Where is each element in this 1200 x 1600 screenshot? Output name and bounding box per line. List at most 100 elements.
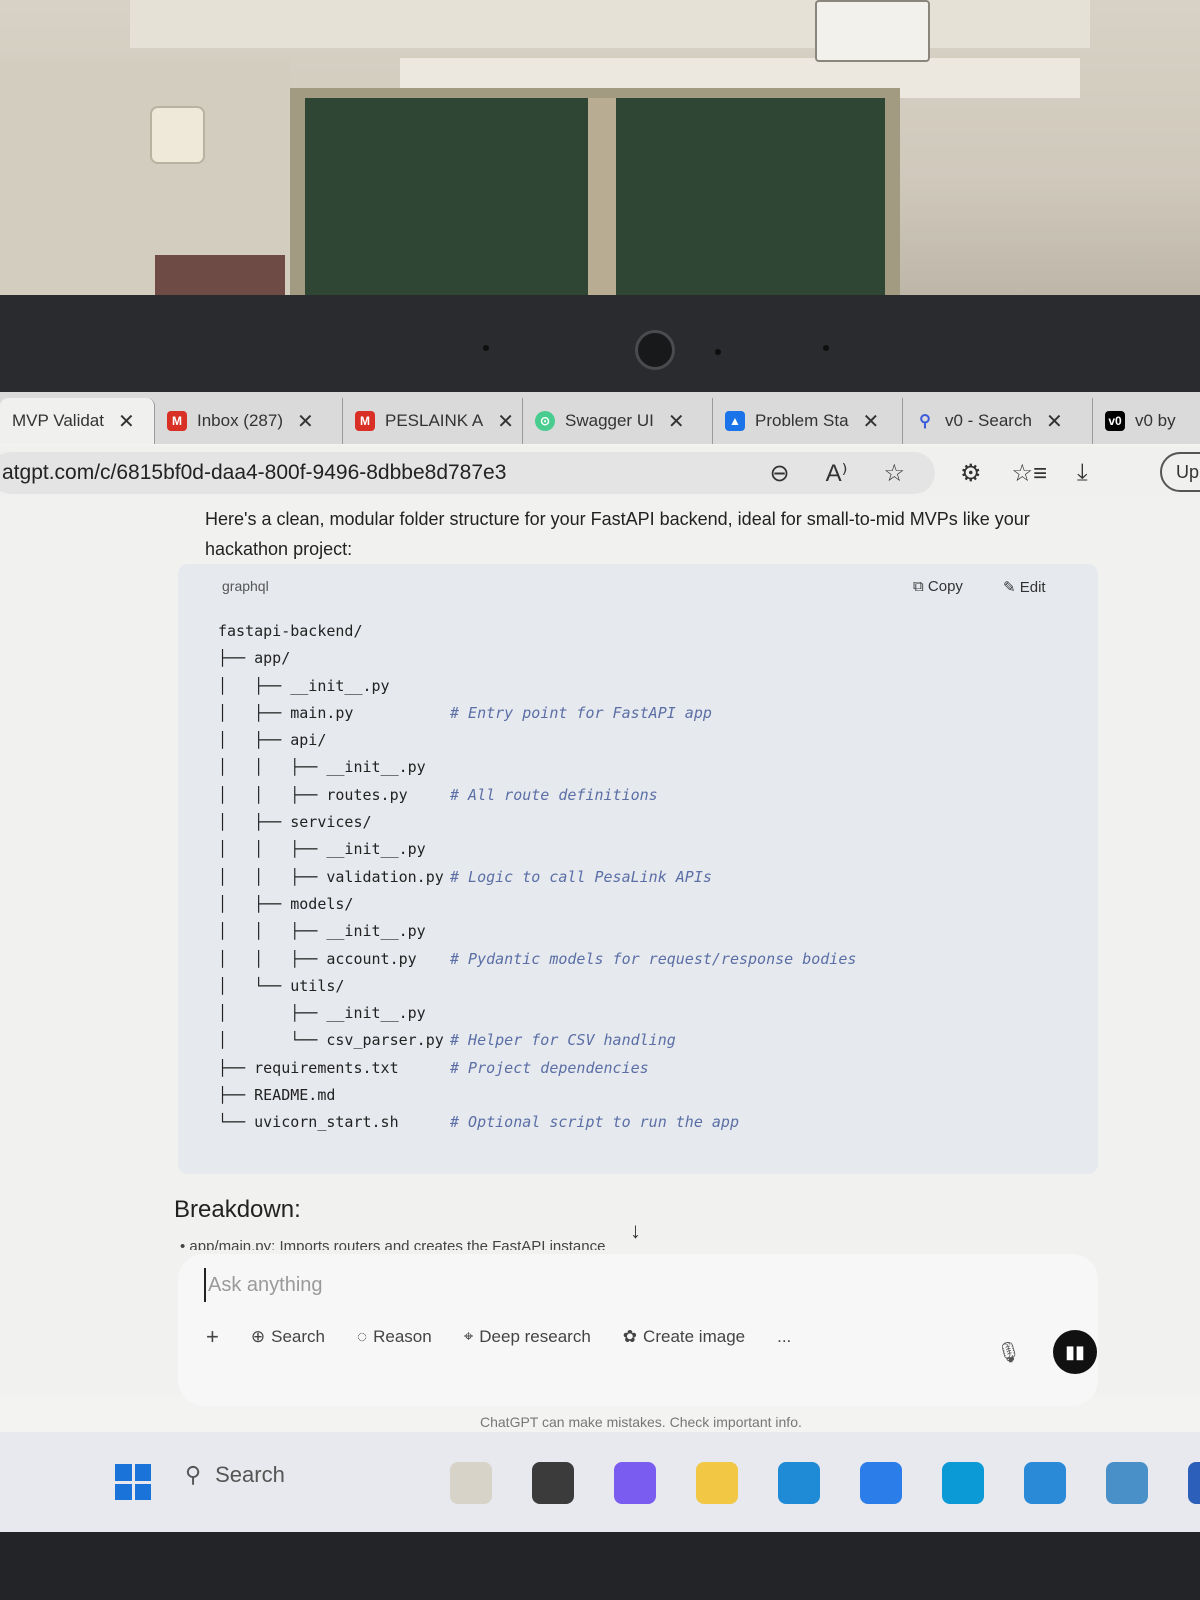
- close-icon[interactable]: ✕: [863, 409, 880, 434]
- launcher-icon[interactable]: [532, 1462, 574, 1504]
- code-line: │ └── csv_parser.py # Helper for CSV hand…: [218, 1031, 856, 1058]
- tab-v0-search[interactable]: ⚲ v0 - Search ✕: [903, 398, 1093, 444]
- edit-label: Edit: [1019, 579, 1046, 596]
- word-icon[interactable]: [1188, 1462, 1200, 1504]
- code-path: ├── requirements.txt: [218, 1058, 399, 1077]
- edge-icon[interactable]: [942, 1462, 984, 1504]
- more-tools-button[interactable]: ...: [777, 1327, 791, 1347]
- search-icon: ⚲: [185, 1462, 202, 1487]
- windows-taskbar: ⚲ Search: [0, 1432, 1200, 1532]
- reason-tool-button[interactable]: ◌ Reason: [357, 1327, 432, 1347]
- tab-label: Inbox (287): [197, 411, 283, 430]
- close-icon[interactable]: ✕: [668, 409, 685, 434]
- notepad-icon[interactable]: [1106, 1462, 1148, 1504]
- code-path: │ │ ├── validation.py: [218, 867, 444, 886]
- code-line: │ ├── api/: [218, 731, 856, 758]
- close-icon[interactable]: ✕: [118, 409, 135, 434]
- code-comment: # Logic to call PesaLink APIs: [450, 867, 712, 886]
- close-icon[interactable]: ✕: [297, 409, 314, 434]
- gmail-icon: M: [167, 411, 187, 431]
- code-path: │ ├── api/: [218, 731, 327, 750]
- code-comment: # All route definitions: [450, 785, 658, 804]
- zoom-icon[interactable]: ⊖: [769, 459, 789, 488]
- voice-mode-button[interactable]: ▮▮: [1053, 1330, 1097, 1374]
- lightbulb-icon: ◌: [356, 1327, 368, 1346]
- close-icon[interactable]: ✕: [497, 409, 514, 434]
- file-explorer-icon[interactable]: [696, 1462, 738, 1504]
- code-path: │ ├── __init__.py: [218, 1004, 426, 1023]
- copy-label: Copy: [927, 578, 963, 595]
- deep-research-tool-button[interactable]: ⌖ Deep research: [464, 1327, 591, 1347]
- code-line: ├── app/: [218, 649, 856, 676]
- taskbar-search[interactable]: ⚲ Search: [185, 1462, 285, 1488]
- edge-dev-icon[interactable]: [778, 1462, 820, 1504]
- breakdown-heading: Breakdown:: [174, 1196, 301, 1223]
- code-line: │ ├── main.py # Entry point for FastAPI a…: [218, 704, 856, 731]
- url-text: atgpt.com/c/6815bf0d-daa4-800f-9496-8dbb…: [2, 461, 507, 484]
- extensions-icon[interactable]: ⚙: [960, 459, 982, 488]
- address-bar[interactable]: atgpt.com/c/6815bf0d-daa4-800f-9496-8dbb…: [0, 452, 935, 494]
- update-button[interactable]: Up: [1160, 452, 1200, 492]
- laptop-bezel: [0, 295, 1200, 395]
- prompt-input[interactable]: [204, 1268, 804, 1302]
- windows-start-icon[interactable]: [115, 1464, 151, 1500]
- copy-button[interactable]: ⧉ Copy: [913, 578, 963, 595]
- code-line: │ ├── services/: [218, 813, 856, 840]
- tab-inbox[interactable]: M Inbox (287) ✕: [155, 398, 343, 444]
- code-line: └── uvicorn_start.sh # Optional script to…: [218, 1113, 856, 1140]
- swagger-icon: ⊙: [535, 411, 555, 431]
- browser-tab-bar: MVP Validat ✕ M Inbox (287) ✕ M PESLAINK…: [0, 392, 1200, 444]
- code-path: ├── app/: [218, 649, 291, 668]
- code-line: │ │ ├── __init__.py: [218, 840, 856, 867]
- microphone-icon[interactable]: 🎙: [996, 1340, 1021, 1365]
- bezel-dot: [483, 345, 489, 351]
- v0-icon: v0: [1105, 411, 1125, 431]
- tab-label: MVP Validat: [12, 411, 104, 430]
- code-block-header: graphql ⧉ Copy ✎ Edit: [178, 564, 1098, 610]
- code-line: │ │ ├── __init__.py: [218, 922, 856, 949]
- tab-mvp-validat[interactable]: MVP Validat ✕: [0, 398, 155, 444]
- scroll-down-icon[interactable]: ↓: [630, 1218, 641, 1244]
- cabinet: [155, 255, 285, 300]
- code-line: ├── README.md: [218, 1086, 856, 1113]
- tab-peslaink[interactable]: M PESLAINK A ✕: [343, 398, 523, 444]
- browser-toolbar: atgpt.com/c/6815bf0d-daa4-800f-9496-8dbb…: [0, 446, 1200, 496]
- tab-label: v0 - Search: [945, 411, 1032, 430]
- tool-label: Deep research: [479, 1327, 591, 1346]
- taskbar-search-label: Search: [215, 1462, 285, 1487]
- read-aloud-icon[interactable]: A⁾: [826, 459, 848, 488]
- star-icon[interactable]: ☆: [883, 459, 905, 488]
- room-background: [0, 0, 1200, 300]
- tool-label: Search: [271, 1327, 325, 1346]
- code-line: │ ├── __init__.py: [218, 677, 856, 704]
- chalkboard-divider: [588, 98, 616, 300]
- code-path: │ ├── main.py: [218, 703, 354, 722]
- breakdown-first-item: • app/main.py: Imports routers and creat…: [180, 1238, 605, 1250]
- create-image-tool-button[interactable]: ✿ Create image: [623, 1327, 745, 1347]
- edit-button[interactable]: ✎ Edit: [1003, 578, 1046, 596]
- bezel-dot: [715, 349, 721, 355]
- tab-v0-by[interactable]: v0 v0 by: [1093, 398, 1200, 444]
- close-icon[interactable]: ✕: [1046, 409, 1063, 434]
- store-icon[interactable]: [860, 1462, 902, 1504]
- laptop-screen: MVP Validat ✕ M Inbox (287) ✕ M PESLAINK…: [0, 392, 1200, 1532]
- search-tool-button[interactable]: ⊕ Search: [251, 1327, 325, 1347]
- copilot-icon[interactable]: [614, 1462, 656, 1504]
- code-block: graphql ⧉ Copy ✎ Edit fastapi-backend/ ├─…: [178, 564, 1098, 1174]
- owl-app-icon[interactable]: [450, 1462, 492, 1504]
- disclaimer-text: ChatGPT can make mistakes. Check importa…: [480, 1414, 802, 1430]
- code-comment: # Pydantic models for request/response b…: [450, 949, 857, 968]
- add-attachment-icon[interactable]: +: [206, 1324, 219, 1350]
- download-icon[interactable]: ⤓: [1077, 459, 1088, 487]
- code-line: │ │ ├── routes.py # All route definitions: [218, 786, 856, 813]
- tab-swagger-ui[interactable]: ⊙ Swagger UI ✕: [523, 398, 713, 444]
- code-path: │ │ ├── __init__.py: [218, 840, 426, 859]
- vscode-icon[interactable]: [1024, 1462, 1066, 1504]
- tab-problem-sta[interactable]: ▲ Problem Sta ✕: [713, 398, 903, 444]
- taskbar-apps: [450, 1462, 1200, 1504]
- code-line: │ ├── __init__.py: [218, 1004, 856, 1031]
- code-path: │ │ ├── __init__.py: [218, 922, 426, 941]
- prompt-composer: + ⊕ Search ◌ Reason ⌖ Deep research ✿ Create…: [178, 1254, 1098, 1406]
- favorites-icon[interactable]: ☆≡: [1012, 459, 1048, 488]
- code-path: │ └── utils/: [218, 976, 345, 995]
